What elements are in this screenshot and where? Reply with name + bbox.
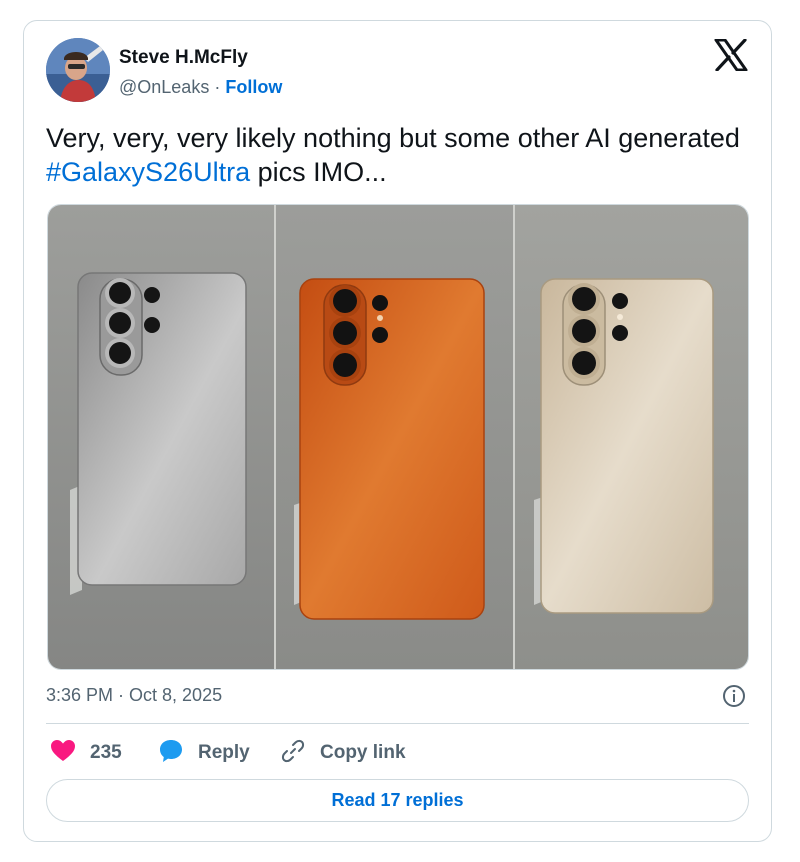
divider <box>46 723 749 724</box>
gold-phone <box>540 278 714 614</box>
author-handle[interactable]: @OnLeaks <box>119 77 209 97</box>
copy-link-label: Copy link <box>320 742 406 763</box>
orange-phone <box>299 278 485 620</box>
tweet-card: Steve H.McFly @OnLeaks · Follow Very, ve… <box>23 20 772 842</box>
avatar[interactable] <box>46 38 110 102</box>
tweet-text-end: pics IMO... <box>250 157 387 187</box>
hashtag-link[interactable]: #GalaxyS26Ultra <box>46 157 250 187</box>
tweet-text: Very, very, very likely nothing but some… <box>46 121 746 189</box>
copy-link-button[interactable]: Copy link <box>280 738 406 768</box>
reply-button[interactable]: Reply <box>158 738 250 768</box>
tweet-text-start: Very, very, very likely nothing but some… <box>46 123 740 153</box>
silver-phone <box>77 272 247 586</box>
handle-separator: · <box>209 77 226 97</box>
link-icon <box>280 738 306 769</box>
tweet-timestamp[interactable]: 3:36 PM · Oct 8, 2025 <box>46 685 222 706</box>
like-button[interactable]: 235 <box>50 738 122 768</box>
reply-label: Reply <box>198 742 250 763</box>
info-icon[interactable] <box>722 684 746 708</box>
reply-bubble-icon <box>158 738 184 769</box>
follow-button[interactable]: Follow <box>225 77 282 97</box>
read-replies-button[interactable]: Read 17 replies <box>46 779 749 822</box>
author-name[interactable]: Steve H.McFly <box>119 47 248 69</box>
tweet-media-image[interactable] <box>47 204 749 670</box>
heart-icon <box>50 739 76 768</box>
like-count: 235 <box>90 742 122 763</box>
x-logo-icon[interactable] <box>714 38 748 72</box>
author-handle-row: @OnLeaks · Follow <box>119 77 282 98</box>
